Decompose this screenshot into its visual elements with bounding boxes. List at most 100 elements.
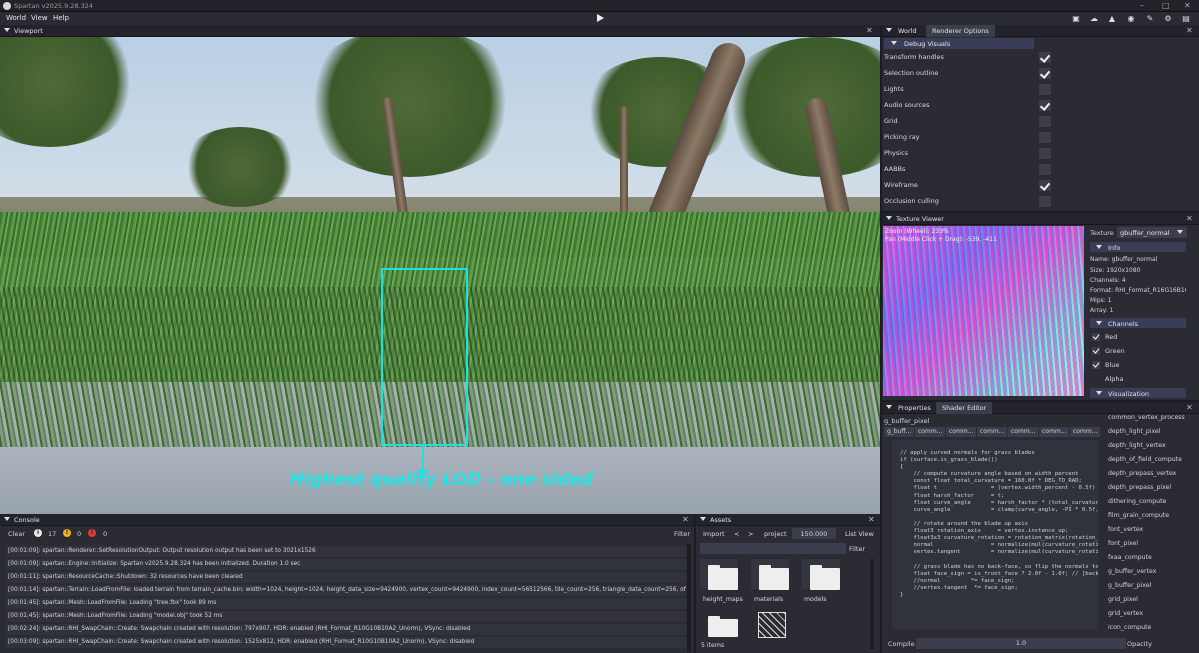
option-checkbox[interactable] — [1039, 196, 1051, 207]
minimize-icon[interactable]: – — [1140, 1, 1144, 10]
option-checkbox[interactable] — [1039, 68, 1051, 79]
back-button[interactable]: < — [734, 530, 739, 538]
clear-button[interactable]: Clear — [8, 530, 25, 538]
shader-file-item[interactable]: font_pixel — [1108, 540, 1138, 547]
log-line[interactable]: [00:01:11]: spartan::ResourceCache::Shut… — [6, 572, 686, 583]
panel-menu-icon[interactable] — [700, 517, 706, 523]
close-icon[interactable]: ✕ — [1186, 403, 1193, 412]
folder-icon[interactable] — [708, 616, 738, 637]
shader-file-item[interactable]: depth_light_pixel — [1108, 428, 1161, 435]
option-checkbox[interactable] — [1039, 84, 1051, 95]
gear-icon[interactable]: ⚙ — [1163, 14, 1173, 23]
shader-file-item[interactable]: depth_prepass_vertex — [1108, 470, 1176, 477]
option-checkbox[interactable] — [1039, 148, 1051, 159]
shader-file-item[interactable]: common_vertex_processing — [1108, 414, 1185, 421]
shader-file-tab[interactable]: comm... — [977, 427, 1008, 437]
option-checkbox[interactable] — [1039, 132, 1051, 143]
cloud-icon[interactable]: ☁ — [1089, 14, 1099, 23]
menu-view[interactable]: View — [31, 14, 48, 22]
shader-file-tab[interactable]: comm... — [1070, 427, 1101, 437]
option-checkbox[interactable] — [1039, 52, 1051, 63]
menu-help[interactable]: Help — [53, 14, 69, 22]
shader-file-item[interactable]: g_buffer_vertex — [1108, 568, 1156, 575]
log-line[interactable]: [00:01:14]: spartan::Terrain::LoadFromFi… — [6, 585, 686, 596]
visualization-section[interactable]: Visualization — [1090, 388, 1186, 398]
shader-file-item[interactable]: depth_light_vertex — [1108, 442, 1166, 449]
texture-select[interactable]: gbuffer_normal — [1117, 227, 1187, 238]
channel-checkbox[interactable] — [1092, 361, 1100, 369]
close-window-icon[interactable]: ✕ — [1184, 1, 1191, 10]
channel-checkbox[interactable] — [1092, 347, 1100, 355]
thumbnail-size-slider[interactable]: 150.000 — [792, 528, 836, 539]
close-icon[interactable]: ✕ — [1186, 26, 1193, 35]
console-scrollbar[interactable] — [687, 544, 691, 652]
info-section[interactable]: Info — [1090, 242, 1186, 252]
option-checkbox[interactable] — [1039, 164, 1051, 175]
brush-icon[interactable]: ✎ — [1145, 14, 1155, 23]
channel-toggle[interactable]: Alpha — [1091, 375, 1171, 384]
list-view-button[interactable]: List View — [845, 530, 874, 538]
warning-icon[interactable]: ! — [63, 529, 71, 537]
close-icon[interactable]: ✕ — [1186, 214, 1193, 223]
assets-scrollbar[interactable] — [870, 559, 874, 649]
log-line[interactable]: [00:01:09]: spartan::Engine::Initialize:… — [6, 559, 686, 570]
channel-toggle[interactable]: Red — [1091, 333, 1171, 342]
channel-checkbox[interactable] — [1092, 333, 1100, 341]
shader-file-item[interactable]: dithering_compute — [1108, 498, 1166, 505]
tab-properties[interactable]: Properties — [892, 402, 937, 414]
tab-world[interactable]: World — [892, 25, 923, 37]
shader-file-item[interactable]: g_buffer_pixel — [1108, 582, 1151, 589]
shader-file-tab[interactable]: comm... — [915, 427, 946, 437]
model-icon[interactable] — [758, 612, 786, 638]
shader-file-item[interactable]: icon_compute — [1108, 624, 1151, 631]
forward-button[interactable]: > — [748, 530, 753, 538]
play-icon[interactable] — [597, 14, 604, 22]
log-line[interactable]: [00:03:09]: spartan::RHI_SwapChain::Crea… — [6, 637, 686, 648]
shader-file-item[interactable]: fxaa_compute — [1108, 554, 1152, 561]
menu-world[interactable]: World — [6, 14, 26, 22]
log-line[interactable]: [00:01:45]: spartan::Mesh::LoadFromFile:… — [6, 611, 686, 622]
info-icon[interactable]: i — [34, 529, 42, 537]
close-icon[interactable]: ✕ — [682, 515, 689, 524]
maximize-icon[interactable]: □ — [1162, 1, 1170, 10]
import-button[interactable]: Import — [703, 530, 725, 538]
option-checkbox[interactable] — [1039, 100, 1051, 111]
shader-file-item[interactable]: film_grain_compute — [1108, 512, 1169, 519]
channel-toggle[interactable]: Blue — [1091, 361, 1171, 370]
option-checkbox[interactable] — [1039, 116, 1051, 127]
close-icon[interactable]: ✕ — [868, 515, 875, 524]
shader-file-item[interactable]: depth_prepass_pixel — [1108, 484, 1171, 491]
shader-file-item[interactable]: grid_vertex — [1108, 610, 1143, 617]
circle-icon[interactable]: ◉ — [1126, 14, 1136, 23]
image-icon[interactable]: ▤ — [1181, 14, 1191, 23]
tab-renderer-options[interactable]: Renderer Options — [926, 25, 995, 37]
shader-code[interactable]: // apply curved normals for grass blades… — [892, 440, 1098, 599]
panel-menu-icon[interactable] — [4, 28, 10, 34]
tab-shader-editor[interactable]: Shader Editor — [936, 402, 993, 414]
panel-menu-icon[interactable] — [886, 216, 892, 222]
shader-file-tab[interactable]: comm... — [946, 427, 977, 437]
mountain-icon[interactable]: ▲ — [1107, 14, 1117, 23]
opacity-slider[interactable]: 1.0 — [916, 638, 1126, 649]
shader-file-item[interactable]: grid_pixel — [1108, 596, 1138, 603]
scene-view[interactable]: Highest quality LOD - one sided — [0, 37, 880, 514]
debug-visuals-section[interactable]: Debug Visuals — [884, 38, 1034, 49]
compile-button[interactable]: Compile — [888, 640, 915, 648]
channels-section[interactable]: Channels — [1090, 318, 1186, 328]
camera-icon[interactable]: ▣ — [1071, 14, 1081, 23]
panel-menu-icon[interactable] — [4, 517, 10, 523]
error-icon[interactable]: ! — [88, 529, 96, 537]
shader-file-item[interactable]: depth_of_field_compute — [1108, 456, 1182, 463]
channel-toggle[interactable]: Green — [1091, 347, 1171, 356]
assets-filter-input[interactable] — [700, 543, 846, 554]
texture-preview[interactable]: Zoom (Wheel): 233% Pan (Middle Click + D… — [883, 226, 1084, 396]
log-line[interactable]: [00:01:45]: spartan::Mesh::LoadFromFile:… — [6, 598, 686, 609]
shader-file-item[interactable]: font_vertex — [1108, 526, 1143, 533]
shader-file-tab[interactable]: g_buff... — [884, 427, 915, 437]
option-checkbox[interactable] — [1039, 180, 1051, 191]
shader-file-tab[interactable]: comm... — [1008, 427, 1039, 437]
code-editor[interactable]: // apply curved normals for grass blades… — [892, 440, 1098, 630]
close-icon[interactable]: ✕ — [866, 26, 873, 35]
shader-file-tab[interactable]: comm... — [1039, 427, 1070, 437]
log-line[interactable]: [00:01:09]: spartan::Renderer::SetResolu… — [6, 546, 686, 557]
